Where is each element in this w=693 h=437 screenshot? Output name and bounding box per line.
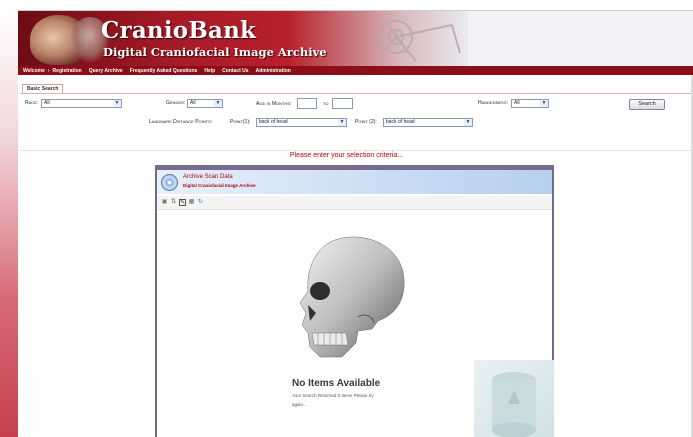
point1-select[interactable]: back of head ▼ [256,118,347,127]
refresh-icon[interactable]: ↻ [197,199,204,206]
tab-basic-search[interactable]: Basic Search [22,84,64,93]
chevron-down-icon: ▼ [464,119,472,126]
site-subtitle: Digital Craniofacial Image Archive [103,45,327,59]
main-nav: Welcome › Registration Query Archive Fre… [18,66,693,75]
selection-prompt: Please enter your selection criteria... [289,152,404,159]
gender-select[interactable]: All ▼ [187,99,223,108]
handedness-select-value: All [514,100,520,106]
point2-label: Point (2): [355,119,377,125]
archive-panel: Archive Scan Data Digital Craniofacial I… [155,165,554,437]
landmark-label: Landmark Distance Points: [149,119,213,125]
chevron-down-icon: ▼ [214,100,222,107]
age-to-input[interactable] [332,98,353,109]
panel-toolbar: ▣ ⇅ ✎ ▦ ↻ [157,196,552,210]
scanner-machine-icon [375,20,461,62]
banner-background: CranioBank Digital Craniofacial Image Ar… [18,11,468,67]
race-select-value: All [44,100,50,106]
nav-separator: › [47,67,50,74]
chevron-down-icon: ▼ [540,100,548,107]
point1-select-value: back of head [259,119,288,125]
age-label: Age in Months: [256,101,292,107]
chevron-down-icon: ▼ [338,119,346,126]
site-title: CranioBank [101,17,257,44]
nav-administration[interactable]: Administration [256,68,291,74]
gender-label: Gender: [166,100,186,106]
left-decor-stripe [0,0,18,437]
age-to-label: to [323,101,329,107]
nav-faq[interactable]: Frequently Asked Questions [130,68,198,74]
panel-subtitle: Digital Craniofacial Image Archive [183,183,256,188]
point2-select[interactable]: back of head ▼ [383,118,473,127]
edit-icon[interactable]: ✎ [179,199,186,206]
race-label: Race: [25,100,39,106]
grid-icon[interactable]: ▦ [188,199,195,206]
search-divider [20,150,691,151]
point1-label: Point(1): [230,119,251,125]
race-select[interactable]: All ▼ [41,99,122,108]
nav-help[interactable]: Help [204,68,215,74]
empty-state-message: Your Search Returned 0 Items Please try … [292,393,374,407]
handedness-label: Handedness: [478,100,508,106]
skull-3d-image [299,236,405,358]
nav-query-archive[interactable]: Query Archive [89,68,123,74]
export-icon[interactable]: ▣ [161,199,168,206]
panel-title: Archive Scan Data [183,174,233,180]
nav-welcome[interactable]: Welcome [23,68,45,74]
age-from-input[interactable] [297,98,317,109]
panel-header: Archive Scan Data Digital Craniofacial I… [157,170,552,194]
disc-icon [161,174,178,191]
chevron-down-icon: ▼ [113,100,121,107]
decorative-corner-image [474,360,554,437]
handedness-select[interactable]: All ▼ [511,99,549,108]
nav-registration[interactable]: Registration [53,68,82,74]
nav-contact-us[interactable]: Contact Us [222,68,248,74]
gender-select-value: All [190,100,196,106]
sort-icon[interactable]: ⇅ [170,199,177,206]
point2-select-value: back of head [386,119,415,125]
header-banner: CranioBank Digital Craniofacial Image Ar… [18,10,693,67]
search-button[interactable]: Search [629,99,665,110]
empty-state-title: No Items Available [292,378,381,389]
